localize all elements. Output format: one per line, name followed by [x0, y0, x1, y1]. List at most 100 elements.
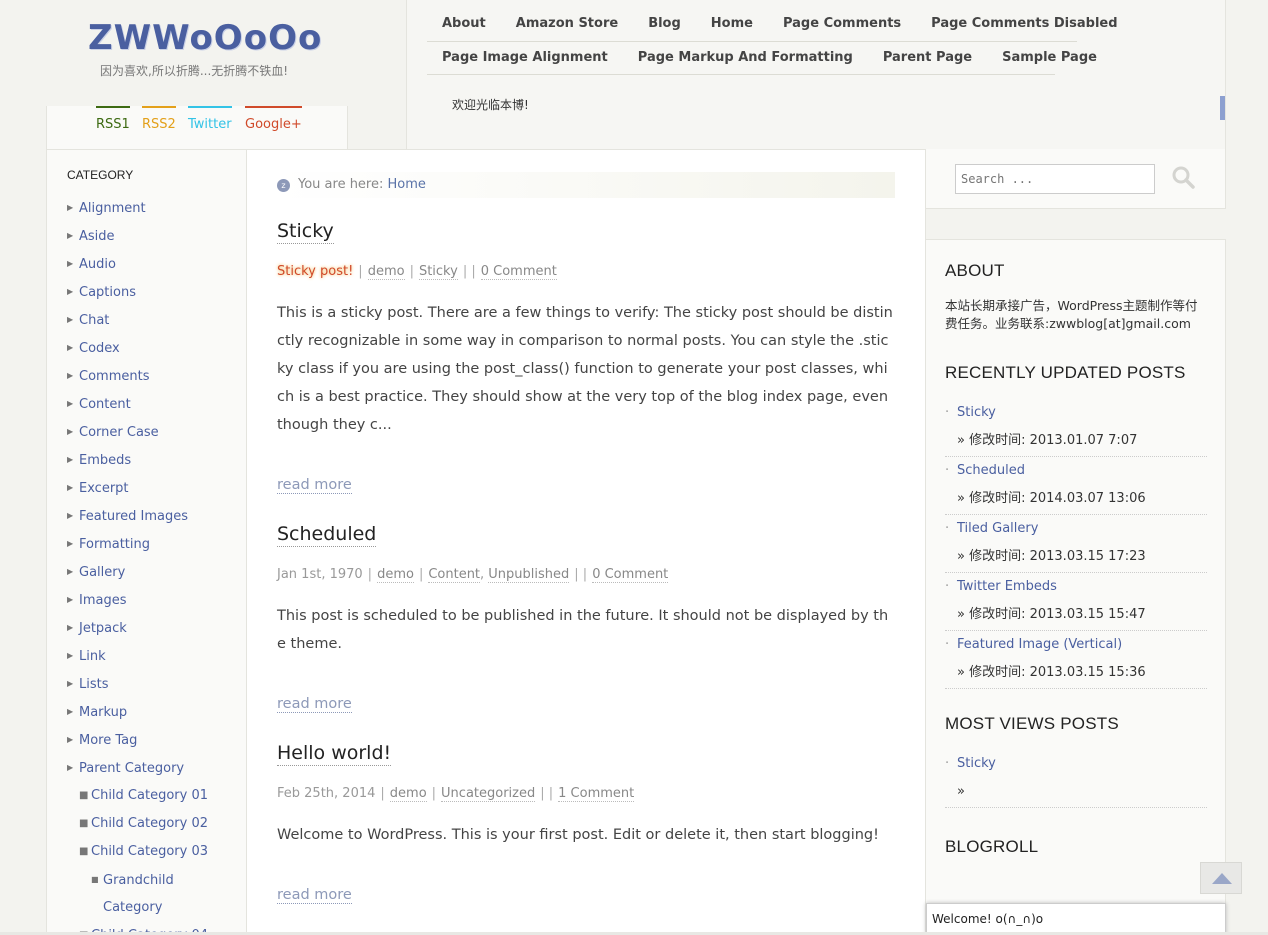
category-item[interactable]: ▶ Corner Case — [67, 418, 208, 446]
read-more-link[interactable]: read more — [277, 477, 352, 494]
category-label[interactable]: Gallery — [79, 565, 125, 580]
nav-item-page-comments-disabled[interactable]: Page Comments Disabled — [916, 0, 1132, 41]
category-item[interactable]: ▶ Comments — [67, 362, 208, 390]
category-item[interactable]: ▶ Audio — [67, 250, 208, 278]
post-sticky: Sticky Sticky post! | demo | Sticky | | 0 Comm… — [277, 220, 897, 494]
category-label[interactable]: Link — [79, 649, 106, 664]
category-item[interactable]: ▶ Content — [67, 390, 208, 418]
category-label[interactable]: Child Category 02 — [91, 816, 208, 831]
category-item[interactable]: ▶ Captions — [67, 278, 208, 306]
nav-item-amazon-store[interactable]: Amazon Store — [501, 0, 633, 41]
category-label[interactable]: Captions — [79, 285, 136, 300]
post-comments[interactable]: 0 Comment — [480, 264, 557, 280]
post-link[interactable]: Scheduled — [945, 457, 1207, 485]
nav-item-home[interactable]: Home — [696, 0, 768, 41]
category-item[interactable]: ▶ Markup — [67, 698, 208, 726]
category-item[interactable]: ▶ Link — [67, 642, 208, 670]
category-label[interactable]: Child Category 01 — [91, 788, 208, 803]
category-label[interactable]: More Tag — [79, 733, 137, 748]
category-item[interactable]: ■ Child Category 01 — [67, 782, 208, 810]
post-author[interactable]: demo — [377, 567, 414, 583]
category-label[interactable]: Category — [103, 900, 162, 915]
post-author[interactable]: demo — [367, 264, 405, 280]
category-item[interactable]: ▶ Gallery — [67, 558, 208, 586]
triangle-bullet-icon: ▶ — [67, 511, 74, 520]
category-label[interactable]: Jetpack — [79, 621, 127, 636]
category-label[interactable]: Aside — [79, 229, 115, 244]
about-text: 本站长期承接广告，WordPress主题制作等付费任务。业务联系:zwwblog… — [945, 298, 1198, 331]
category-item[interactable]: ■ Child Category 02 — [67, 810, 208, 838]
category-item[interactable]: ▶ Lists — [67, 670, 208, 698]
post-comments[interactable]: 1 Comment — [558, 786, 635, 802]
post-link[interactable]: Featured Image (Vertical) — [945, 631, 1207, 659]
category-item[interactable]: ▶ Featured Images — [67, 502, 208, 530]
category-label[interactable]: Formatting — [79, 537, 150, 552]
post-comments[interactable]: 0 Comment — [592, 567, 669, 583]
category-label[interactable]: Lists — [79, 677, 109, 692]
nav-item-about[interactable]: About — [427, 0, 501, 41]
category-item[interactable]: ▶ Formatting — [67, 530, 208, 558]
category-item[interactable]: ▶ Alignment — [67, 194, 208, 222]
category-item[interactable]: ■ Child Category 03 — [67, 838, 208, 866]
post-link[interactable]: Twitter Embeds — [945, 573, 1207, 601]
google-plus-link[interactable]: Google+ — [245, 106, 302, 132]
post-category[interactable]: Uncategorized — [441, 786, 536, 802]
category-item[interactable]: ▶ More Tag — [67, 726, 208, 754]
nav-item-parent-page[interactable]: Parent Page — [868, 42, 987, 74]
post-title[interactable]: Sticky — [277, 220, 334, 244]
nav-item-page-image-alignment[interactable]: Page Image Alignment — [427, 42, 623, 74]
post-category[interactable]: Content — [428, 567, 481, 583]
nav-item-page-comments[interactable]: Page Comments — [768, 0, 916, 41]
post-modified-time: » 修改时间: 2013.01.07 7:07 — [957, 433, 1138, 448]
post-title[interactable]: Scheduled — [277, 523, 377, 547]
post-modified-time: » — [957, 784, 965, 799]
category-label[interactable]: Chat — [79, 313, 109, 328]
category-item[interactable]: ▶ Images — [67, 586, 208, 614]
category-label[interactable]: Child Category 03 — [91, 844, 208, 859]
nav-item-sample-page[interactable]: Sample Page — [987, 42, 1112, 74]
post-category[interactable]: Unpublished — [488, 567, 570, 583]
category-item[interactable]: Category — [67, 894, 208, 922]
category-label[interactable]: Alignment — [79, 201, 146, 216]
category-item[interactable]: ▶ Parent Category — [67, 754, 208, 782]
breadcrumb-home-link[interactable]: Home — [388, 177, 426, 192]
site-logo[interactable]: ZWWoOoOo — [88, 18, 322, 58]
read-more-link[interactable]: read more — [277, 696, 352, 713]
category-item[interactable]: ▶ Codex — [67, 334, 208, 362]
post-link[interactable]: Tiled Gallery — [945, 515, 1207, 543]
rss1-link[interactable]: RSS1 — [96, 106, 130, 132]
rss2-link[interactable]: RSS2 — [142, 106, 176, 132]
category-item[interactable]: ▶ Excerpt — [67, 474, 208, 502]
category-item[interactable]: ■ Grandchild — [67, 866, 208, 894]
category-label[interactable]: Grandchild — [103, 873, 174, 888]
post-link[interactable]: Sticky — [945, 399, 1207, 427]
post-link[interactable]: Sticky — [945, 750, 1207, 778]
back-to-top-button[interactable] — [1200, 862, 1242, 894]
category-label[interactable]: Comments — [79, 369, 149, 384]
category-item[interactable]: ▶ Aside — [67, 222, 208, 250]
category-item[interactable]: ▶ Embeds — [67, 446, 208, 474]
post-category[interactable]: Sticky — [418, 264, 458, 280]
category-item[interactable]: ▶ Jetpack — [67, 614, 208, 642]
category-label[interactable]: Excerpt — [79, 481, 129, 496]
category-label[interactable]: Parent Category — [79, 761, 184, 776]
category-label[interactable]: Images — [79, 593, 127, 608]
category-item[interactable]: ▶ Chat — [67, 306, 208, 334]
category-label[interactable]: Embeds — [79, 453, 131, 468]
category-label[interactable]: Content — [79, 397, 131, 412]
post-date: Jan 1st, 1970 — [277, 567, 363, 582]
category-label[interactable]: Corner Case — [79, 425, 159, 440]
post-title[interactable]: Hello world! — [277, 742, 392, 766]
nav-item-blog[interactable]: Blog — [633, 0, 696, 41]
search-input[interactable] — [955, 164, 1155, 194]
blogroll-title: BLOGROLL — [945, 837, 1039, 856]
category-label[interactable]: Codex — [79, 341, 120, 356]
category-label[interactable]: Audio — [79, 257, 116, 272]
nav-item-page-markup[interactable]: Page Markup And Formatting — [623, 42, 868, 74]
read-more-link[interactable]: read more — [277, 887, 352, 904]
category-label[interactable]: Featured Images — [79, 509, 188, 524]
category-label[interactable]: Markup — [79, 705, 127, 720]
post-author[interactable]: demo — [389, 786, 427, 802]
twitter-link[interactable]: Twitter — [188, 106, 232, 132]
search-icon[interactable] — [1171, 165, 1195, 189]
